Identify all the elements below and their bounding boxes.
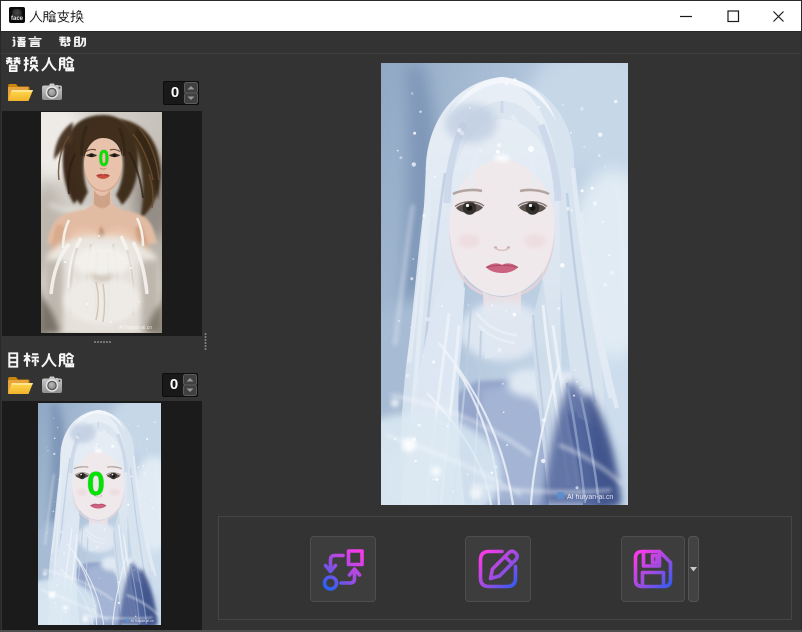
svg-text:AI huiyan-ai.cn: AI huiyan-ai.cn [567,494,613,501]
svg-text:AI huiyan-ai.cn: AI huiyan-ai.cn [119,325,152,331]
